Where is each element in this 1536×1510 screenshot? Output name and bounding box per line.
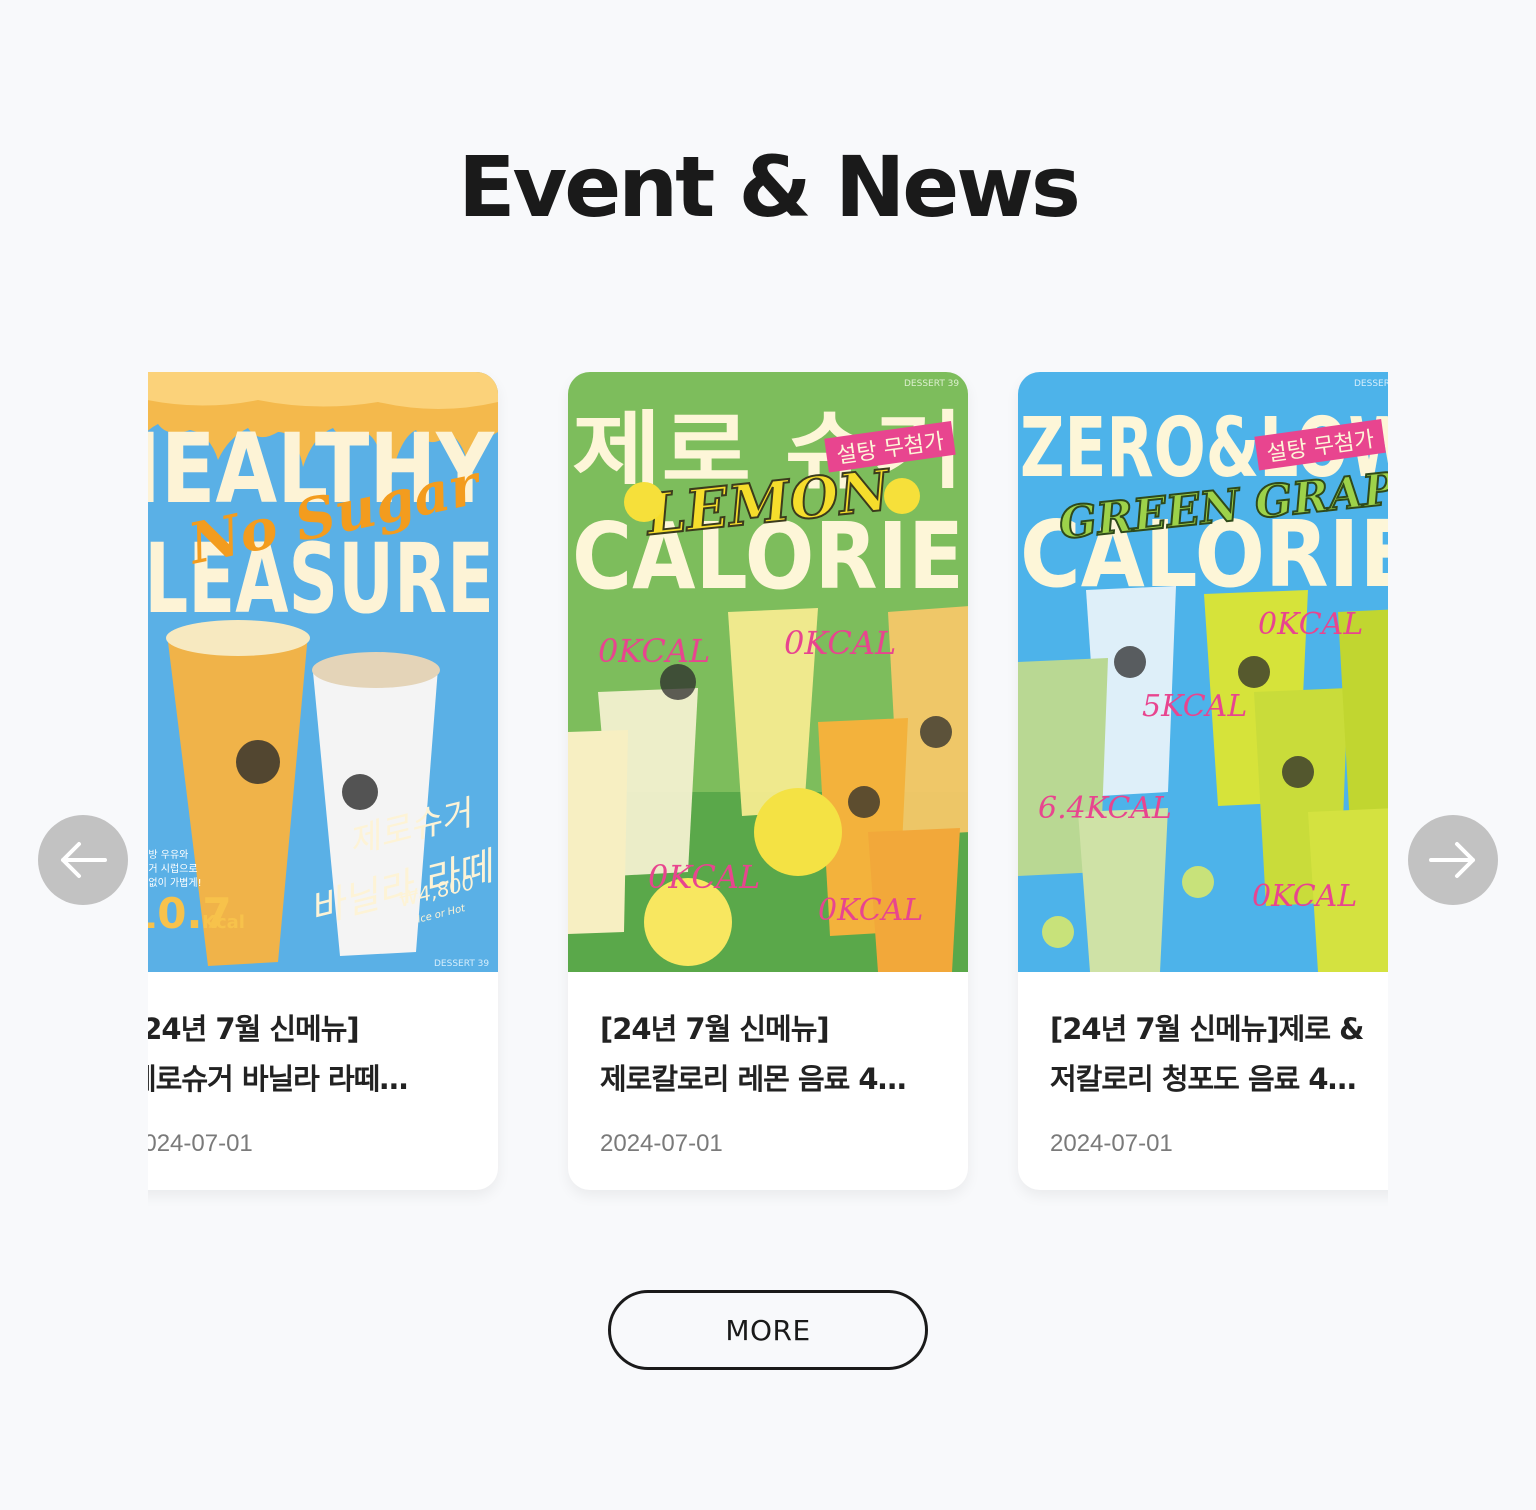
section-title: Event & News [458, 138, 1081, 236]
event-card-title-line: [24년 7월 신메뉴] [600, 1012, 830, 1046]
svg-text:저지방 우유와: 저지방 우유와 [148, 849, 188, 861]
event-poster-image: HEALTHY PLEASURE No Sugar 제로슈거 바닐라 라떼 ₩4… [148, 372, 498, 972]
event-card-title-line: [24년 7월 신메뉴] [148, 1012, 360, 1046]
svg-text:0KCAL: 0KCAL [598, 632, 710, 670]
event-card[interactable]: ZERO&LOW CALORIE 설탕 무첨가 GREEN GRAPE 0KCA… [1018, 372, 1388, 1190]
svg-text:0KCAL: 0KCAL [1258, 607, 1363, 642]
event-card-title-line: 저칼로리 청포도 음료 4… [1050, 1062, 1357, 1096]
svg-text:0KCAL: 0KCAL [784, 624, 896, 662]
event-card[interactable]: 제로 슈거 CALORIE 설탕 무첨가 LEMON 0KCAL 0KCAL 0… [568, 372, 968, 1190]
arrow-left-icon [61, 842, 107, 878]
svg-text:DESSERT 39: DESSERT 39 [434, 959, 489, 969]
svg-text:0KCAL: 0KCAL [648, 858, 760, 896]
event-card-title-line: 제로슈거 바닐라 라떼… [148, 1062, 408, 1096]
event-card-date: 2024-07-01 [1050, 1130, 1173, 1157]
event-card[interactable]: HEALTHY PLEASURE No Sugar 제로슈거 바닐라 라떼 ₩4… [148, 372, 498, 1190]
svg-text:0KCAL: 0KCAL [818, 893, 923, 928]
more-button[interactable]: MORE [608, 1290, 928, 1370]
carousel-prev-button[interactable] [38, 815, 128, 905]
event-poster-image: 제로 슈거 CALORIE 설탕 무첨가 LEMON 0KCAL 0KCAL 0… [568, 372, 968, 972]
event-card-title-line: [24년 7월 신메뉴]제로 & [1050, 1012, 1364, 1046]
svg-text:6.4KCAL: 6.4KCAL [1038, 791, 1172, 826]
event-card-date: 2024-07-01 [148, 1130, 253, 1157]
carousel-next-button[interactable] [1408, 815, 1498, 905]
event-card-title-line: 제로칼로리 레몬 음료 4… [600, 1062, 907, 1096]
svg-text:DESSERT 39: DESSERT 39 [1354, 379, 1388, 389]
arrow-right-icon [1429, 842, 1475, 878]
svg-text:0KCAL: 0KCAL [1252, 879, 1357, 914]
svg-text:노슈거 시럽으로: 노슈거 시럽으로 [148, 863, 198, 875]
event-poster-image: ZERO&LOW CALORIE 설탕 무첨가 GREEN GRAPE 0KCA… [1018, 372, 1388, 972]
event-card-title[interactable]: [24년 7월 신메뉴]제로 & 저칼로리 청포도 음료 4… [1050, 1004, 1388, 1104]
event-card-title[interactable]: [24년 7월 신메뉴] 제로슈거 바닐라 라떼… [148, 1004, 480, 1104]
svg-text:DESSERT 39: DESSERT 39 [904, 379, 959, 389]
svg-text:5KCAL: 5KCAL [1142, 689, 1247, 724]
event-carousel: HEALTHY PLEASURE No Sugar 제로슈거 바닐라 라떼 ₩4… [148, 372, 1388, 1212]
event-card-title[interactable]: [24년 7월 신메뉴] 제로칼로리 레몬 음료 4… [600, 1004, 950, 1104]
svg-text:부담없이 가볍게!: 부담없이 가볍게! [148, 876, 202, 889]
svg-text:Kcal: Kcal [202, 912, 245, 933]
event-card-date: 2024-07-01 [600, 1130, 723, 1157]
